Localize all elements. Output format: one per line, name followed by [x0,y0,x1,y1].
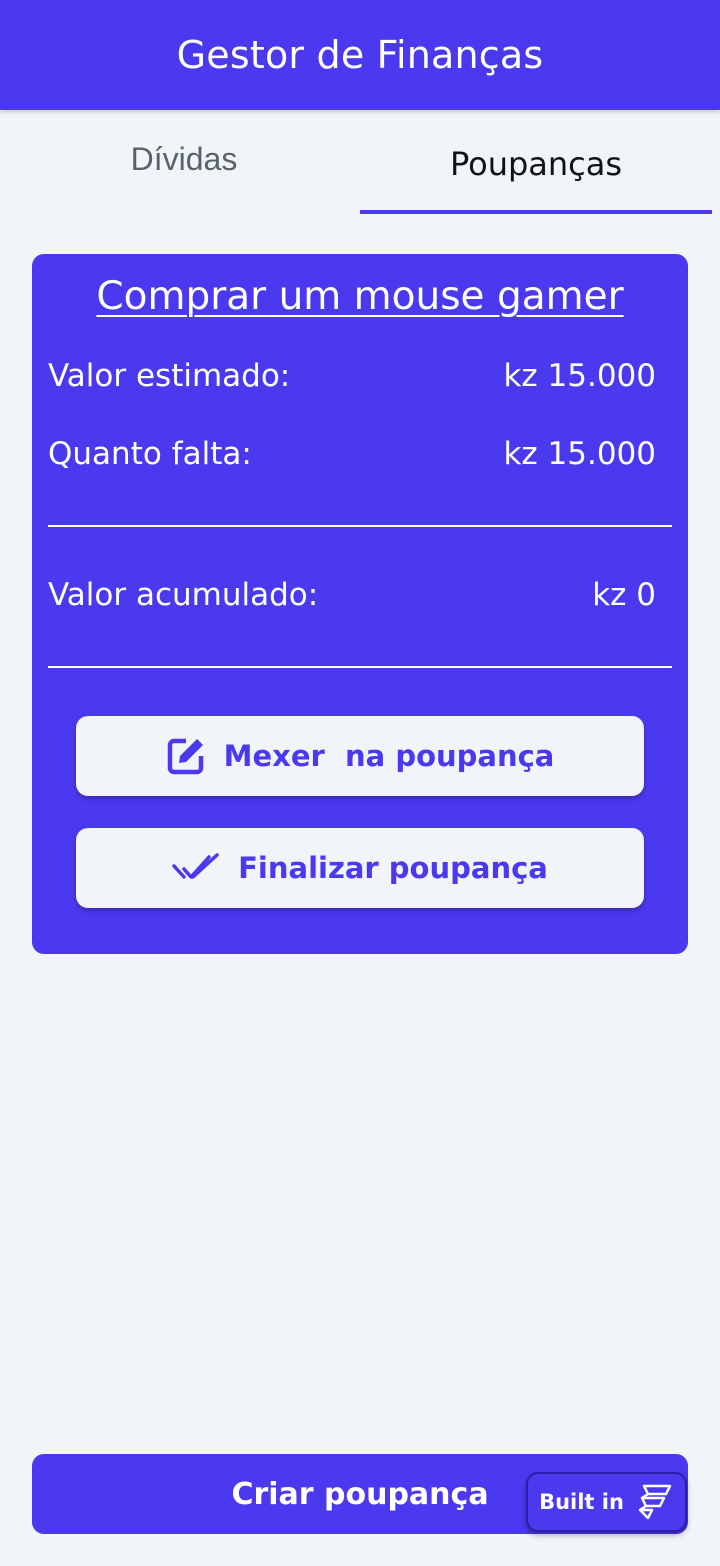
criar-poupanca-label: Criar poupança [231,1476,489,1512]
valor-estimado-label: Valor estimado: [48,358,291,394]
tab-indicator [360,210,712,214]
valor-acumulado-value: kz 0 [592,577,656,613]
tab-bar: Dívidas Poupanças [0,110,720,214]
app-bar: Gestor de Finanças [0,0,720,110]
valor-estimado-row: Valor estimado: kz 15.000 [48,358,656,394]
finalizar-poupanca-label: Finalizar poupança [238,851,548,885]
saving-card: Comprar um mouse gamer Valor estimado: k… [32,254,688,954]
tab-dividas[interactable]: Dívidas [8,110,360,214]
divider [48,666,672,668]
double-check-icon [172,852,220,884]
valor-acumulado-label: Valor acumulado: [48,577,319,613]
edit-icon [166,736,206,776]
built-in-label: Built in [539,1490,624,1514]
finalizar-poupanca-button[interactable]: Finalizar poupança [76,828,644,908]
valor-acumulado-row: Valor acumulado: kz 0 [48,577,656,613]
mexer-poupanca-button[interactable]: Mexer na poupança [76,716,644,796]
flutterflow-logo-icon [638,1484,672,1520]
mexer-poupanca-label: Mexer na poupança [223,739,555,773]
quanto-falta-value: kz 15.000 [503,436,656,472]
built-in-badge[interactable]: Built in [526,1472,687,1532]
divider [48,525,672,527]
valor-estimado-value: kz 15.000 [503,358,656,394]
tab-poupancas[interactable]: Poupanças [360,110,712,214]
quanto-falta-label: Quanto falta: [48,436,252,472]
quanto-falta-row: Quanto falta: kz 15.000 [48,436,656,472]
saving-title: Comprar um mouse gamer [96,274,624,319]
app-title: Gestor de Finanças [176,33,544,77]
